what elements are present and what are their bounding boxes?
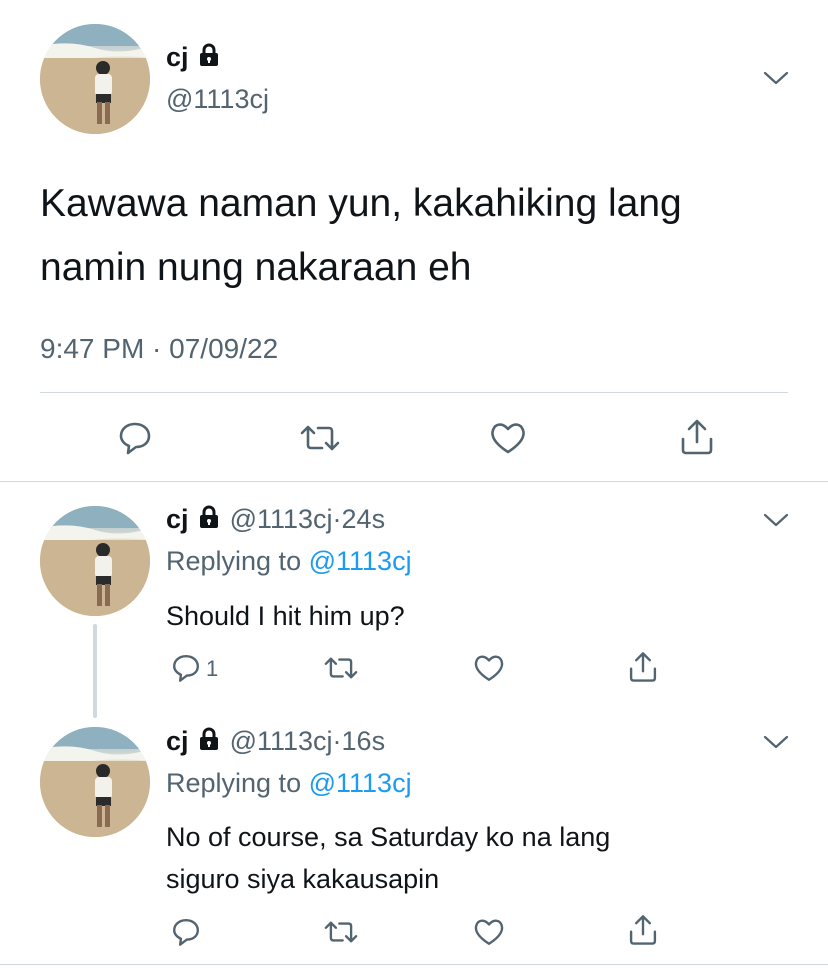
replying-to: Replying to @1113cj bbox=[166, 546, 412, 577]
separator-dot: · bbox=[332, 504, 342, 534]
handle[interactable]: @1113cj bbox=[166, 84, 269, 115]
reply-text: Should I hit him up? bbox=[166, 596, 405, 636]
avatar[interactable] bbox=[40, 727, 150, 837]
reply-time[interactable]: 16s bbox=[342, 726, 386, 756]
avatar[interactable] bbox=[40, 506, 150, 616]
reply-header: cj @1113cj·16s bbox=[166, 726, 385, 757]
avatar-image bbox=[40, 727, 150, 837]
handle[interactable]: @1113cj bbox=[230, 726, 333, 756]
divider bbox=[40, 392, 788, 393]
reply-text-line: No of course, sa Saturday ko na lang bbox=[166, 822, 611, 852]
reply-header: cj @1113cj·24s bbox=[166, 504, 385, 535]
retweet-icon[interactable] bbox=[322, 916, 360, 948]
chevron-down-icon[interactable] bbox=[762, 68, 790, 88]
reply-text: No of course, sa Saturday ko na lang sig… bbox=[166, 816, 610, 900]
reply-icon[interactable] bbox=[170, 916, 202, 948]
avatar[interactable] bbox=[40, 24, 150, 134]
retweet-icon[interactable] bbox=[298, 419, 342, 457]
reply-time[interactable]: 24s bbox=[342, 504, 386, 534]
tweet-text-line: Kawawa naman yun, kakahiking lang bbox=[40, 182, 682, 225]
display-name-text: cj bbox=[166, 42, 189, 72]
tweet-timestamp[interactable]: 9:47 PM · 07/09/22 bbox=[40, 333, 278, 365]
share-icon[interactable] bbox=[626, 650, 660, 684]
lock-icon bbox=[196, 42, 222, 68]
replying-to: Replying to @1113cj bbox=[166, 768, 412, 799]
tweet-text-line: namin nung nakaraan eh bbox=[40, 246, 472, 289]
reply-text-line: Should I hit him up? bbox=[166, 601, 405, 631]
chevron-down-icon[interactable] bbox=[762, 732, 790, 752]
replying-to-label: Replying to bbox=[166, 546, 302, 576]
like-icon[interactable] bbox=[472, 652, 506, 684]
lock-icon bbox=[196, 726, 222, 752]
reply-icon[interactable] bbox=[116, 419, 154, 457]
replying-to-label: Replying to bbox=[166, 768, 302, 798]
display-name[interactable]: cj bbox=[166, 726, 189, 756]
reply-text-line: siguro siya kakausapin bbox=[166, 864, 440, 894]
share-icon[interactable] bbox=[626, 913, 660, 947]
lock-icon bbox=[196, 504, 222, 530]
retweet-icon[interactable] bbox=[322, 652, 360, 684]
divider bbox=[0, 964, 828, 965]
share-icon[interactable] bbox=[677, 417, 717, 457]
divider bbox=[0, 481, 828, 482]
display-name[interactable]: cj bbox=[166, 504, 189, 534]
reply-count: 1 bbox=[206, 656, 219, 681]
thread-line bbox=[93, 624, 97, 718]
reply-icon[interactable] bbox=[170, 652, 202, 684]
display-name[interactable]: cj bbox=[166, 42, 222, 73]
tweet-text: Kawawa naman yun, kakahiking lang namin … bbox=[40, 172, 682, 300]
chevron-down-icon[interactable] bbox=[762, 510, 790, 530]
handle[interactable]: @1113cj bbox=[230, 504, 333, 534]
avatar-image bbox=[40, 24, 150, 134]
replying-to-handle[interactable]: @1113cj bbox=[309, 768, 412, 798]
like-icon[interactable] bbox=[488, 419, 528, 457]
replying-to-handle[interactable]: @1113cj bbox=[309, 546, 412, 576]
avatar-image bbox=[40, 506, 150, 616]
separator-dot: · bbox=[332, 726, 342, 756]
like-icon[interactable] bbox=[472, 916, 506, 948]
